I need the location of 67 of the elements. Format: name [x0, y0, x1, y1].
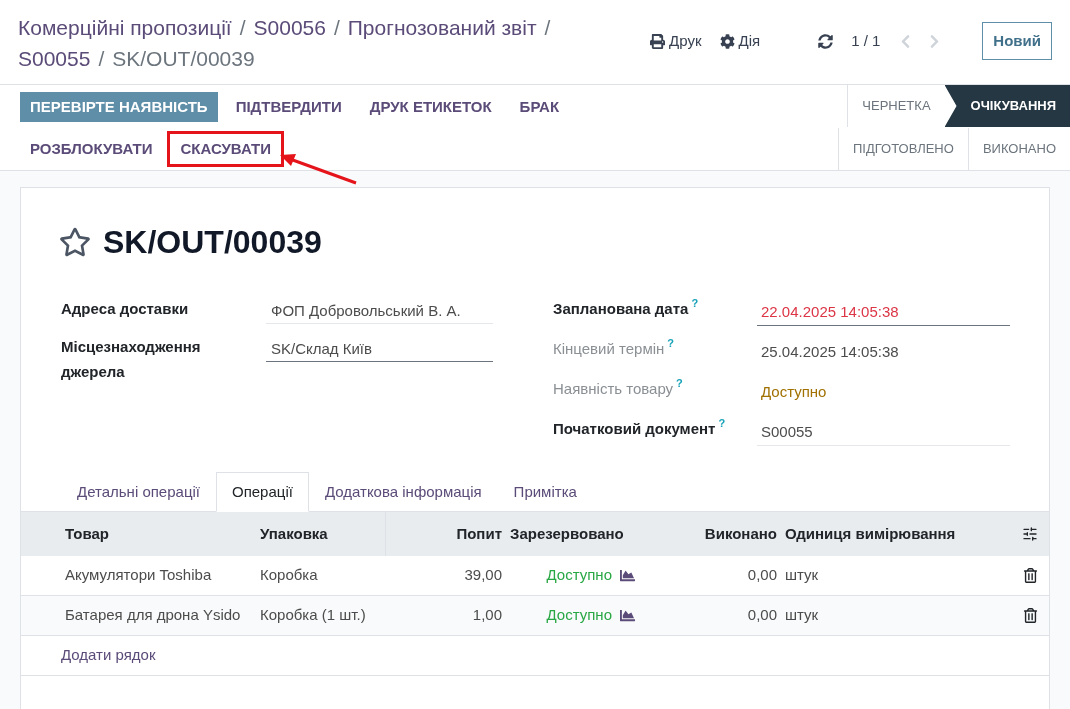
status-stage[interactable]: ВИКОНАНО: [967, 127, 1070, 170]
primary-action-button[interactable]: ПЕРЕВІРТЕ НАЯВНІСТЬ: [20, 92, 218, 122]
breadcrumb-separator: /: [543, 15, 552, 41]
field-label: Місцезнаходження джерела: [61, 337, 202, 382]
current-breadcrumb: SK/OUT/00039: [112, 46, 255, 72]
table-cell-text: 39,00: [463, 565, 503, 586]
table-cell-text: 0,00: [746, 605, 778, 626]
table-cell-text: Акумулятори Toshiba: [64, 565, 213, 586]
column-settings-icon[interactable]: [1022, 526, 1038, 542]
column-header[interactable]: Виконано: [661, 512, 781, 556]
record-title: SK/OUT/00039: [103, 223, 322, 262]
table-cell-text: 0,00: [746, 565, 778, 586]
table-cell-text: 1,00: [471, 605, 503, 626]
pager-counter: 1 / 1: [851, 30, 881, 51]
breadcrumb-separator: /: [332, 15, 341, 41]
area-chart-icon[interactable]: [620, 608, 635, 623]
status-stage[interactable]: ОЧІКУВАННЯ: [944, 85, 1070, 127]
add-line-link[interactable]: Додати рядок: [61, 644, 156, 667]
table-cell-text: Коробка: [259, 565, 319, 586]
field-label: Початковий документ: [553, 419, 716, 439]
delete-icon[interactable]: [1022, 568, 1038, 583]
favorite-star-icon[interactable]: [59, 226, 91, 258]
availability-status: Доступно: [546, 605, 612, 626]
table-cell-text: Коробка (1 шт.): [259, 605, 367, 626]
breadcrumb-separator: /: [238, 15, 247, 41]
field-value[interactable]: S00055: [757, 416, 1010, 446]
action-button[interactable]: ПІДТВЕРДИТИ: [225, 92, 352, 122]
column-header[interactable]: Одиниця вимірювання: [781, 512, 1006, 556]
field-value: 25.04.2025 14:05:38: [760, 342, 900, 362]
delete-icon[interactable]: [1022, 608, 1038, 623]
column-header[interactable]: Попит: [386, 512, 506, 556]
status-stage[interactable]: ПІДГОТОВЛЕНО: [838, 127, 968, 170]
breadcrumb-link[interactable]: S00056: [253, 12, 326, 43]
settings-icon: [719, 33, 735, 49]
availability-status: Доступно: [546, 565, 612, 586]
column-header[interactable]: Зарезервовано: [506, 512, 661, 556]
field-value: Доступно: [760, 382, 828, 402]
field-value[interactable]: SK/Склад Київ: [266, 334, 493, 362]
action-button[interactable]: СКАСУВАТИ: [170, 134, 281, 164]
tab[interactable]: Додаткова інформація: [308, 472, 498, 512]
new-button[interactable]: Новий: [982, 22, 1052, 60]
tab[interactable]: Операції: [216, 472, 309, 512]
area-chart-icon[interactable]: [620, 568, 635, 583]
table-cell-text: штук: [784, 605, 820, 626]
action-button[interactable]: ДРУК ЕТИКЕТОК: [359, 92, 502, 122]
printer-icon: [650, 33, 666, 49]
column-header[interactable]: Товар: [61, 512, 256, 556]
field-label: Кінцевий термін: [553, 339, 665, 359]
tab[interactable]: Примітка: [497, 472, 593, 512]
table-cell-text: штук: [784, 565, 820, 586]
action-button[interactable]: БРАК: [509, 92, 570, 122]
tab[interactable]: Детальні операції: [61, 472, 216, 512]
status-stage[interactable]: ЧЕРНЕТКА: [847, 85, 945, 127]
field-label: Наявність товару: [553, 379, 674, 399]
action-button[interactable]: РОЗБЛОКУВАТИ: [20, 134, 163, 164]
field-label: Запланована дата: [553, 299, 689, 319]
print-button[interactable]: Друк: [650, 29, 702, 53]
breadcrumb-link[interactable]: Прогнозований звіт: [347, 12, 537, 43]
breadcrumb-link[interactable]: S00055: [18, 43, 91, 74]
field-value[interactable]: ФОП Добровольський В. А.: [266, 296, 493, 324]
refresh-icon[interactable]: [818, 33, 834, 49]
action-menu-button[interactable]: Дія: [719, 29, 761, 53]
breadcrumb-separator: /: [97, 46, 106, 72]
breadcrumb-link[interactable]: Комерційні пропозиції: [18, 12, 232, 43]
table-cell-text: Батарея для дрона Ysido: [64, 605, 242, 626]
field-label: Адреса доставки: [61, 299, 190, 319]
field-value[interactable]: 22.04.2025 14:05:38: [757, 296, 1010, 326]
